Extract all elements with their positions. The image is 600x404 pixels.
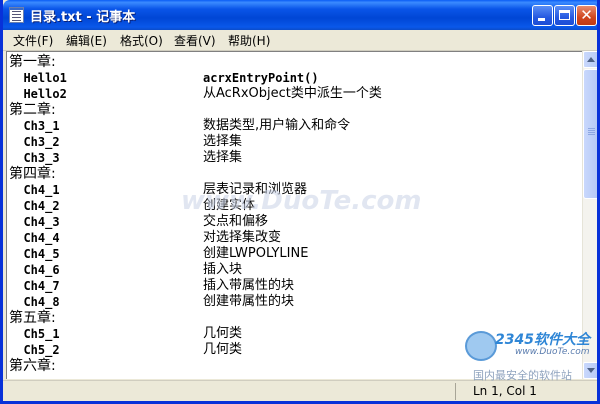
item-code: Ch5_1 [9, 327, 60, 341]
text-line: Ch4_7 插入带属性的块 [9, 278, 569, 294]
item-code: Ch4_7 [9, 279, 60, 293]
menu-format[interactable]: 格式(O) [120, 32, 163, 49]
minimize-button[interactable] [532, 5, 553, 26]
text-line: Ch4_2 创建实体 [9, 198, 569, 214]
maximize-button[interactable] [554, 5, 575, 26]
notepad-window: 目录.txt - 记事本 ✕ 文件(F) 编辑(E) 格式(O) 查看(V) 帮… [0, 0, 600, 404]
text-line: Ch3_3 选择集 [9, 150, 569, 166]
text-editor[interactable]: 第一章: Hello1 acrxEntryPoint() Hello2 从AcRxO… [6, 51, 582, 379]
item-code: Ch3_1 [9, 119, 60, 133]
text-line: Ch5_1 几何类 [9, 326, 569, 342]
item-code: Ch3_3 [9, 151, 60, 165]
chapter-title: 第一章: [9, 54, 56, 70]
item-description: 对选择集改变 [203, 230, 282, 245]
item-code: Hello1 [9, 71, 67, 85]
item-code: Hello2 [9, 87, 67, 101]
vertical-scrollbar[interactable] [582, 51, 597, 379]
window-title: 目录.txt - 记事本 [30, 10, 136, 25]
item-code: Ch4_8 [9, 295, 60, 309]
grip-icon [588, 128, 595, 129]
scroll-up-button[interactable] [583, 51, 597, 68]
item-code: Ch4_2 [9, 199, 60, 213]
item-description: 数据类型,用户输入和命令 [203, 118, 351, 133]
item-description: 插入块 [203, 262, 243, 277]
maximize-icon [559, 10, 570, 20]
text-line: Ch4_6 插入块 [9, 262, 569, 278]
item-description: acrxEntryPoint() [203, 71, 319, 85]
text-line: Ch4_1 层表记录和浏览器 [9, 182, 569, 198]
item-code: Ch3_2 [9, 135, 60, 149]
text-line: Ch4_4 对选择集改变 [9, 230, 569, 246]
item-description: 从AcRxObject类中派生一个类 [203, 86, 382, 101]
cursor-position: Ln 1, Col 1 [473, 384, 537, 398]
item-description: 几何类 [203, 326, 243, 341]
text-line: Ch5_2 几何类 [9, 342, 569, 358]
chapter-heading-line: 第一章: [9, 54, 569, 70]
item-code: Ch4_6 [9, 263, 60, 277]
chapter-title: 第五章: [9, 310, 56, 326]
chapter-heading-line: 第二章: [9, 102, 569, 118]
arrow-up-icon [587, 57, 595, 62]
text-line: Ch3_2 选择集 [9, 134, 569, 150]
notepad-icon[interactable] [9, 7, 24, 23]
chapter-title: 第六章: [9, 358, 56, 374]
item-description: 几何类 [203, 342, 243, 357]
menu-help[interactable]: 帮助(H) [228, 32, 270, 49]
close-icon: ✕ [580, 6, 593, 24]
item-code: Ch4_3 [9, 215, 60, 229]
item-code: Ch5_2 [9, 343, 60, 357]
menu-edit[interactable]: 编辑(E) [66, 32, 107, 49]
item-description: 插入带属性的块 [203, 278, 295, 293]
chapter-title: 第四章: [9, 166, 56, 182]
text-line: Hello2 从AcRxObject类中派生一个类 [9, 86, 569, 102]
text-line: Ch4_3 交点和偏移 [9, 214, 569, 230]
menu-bar: 文件(F) 编辑(E) 格式(O) 查看(V) 帮助(H) [3, 30, 597, 51]
item-description: 层表记录和浏览器 [203, 182, 308, 197]
item-code: Ch4_5 [9, 247, 60, 261]
menu-file[interactable]: 文件(F) [13, 32, 53, 49]
item-code: Ch4_1 [9, 183, 60, 197]
chapter-heading-line: 第六章: [9, 358, 569, 374]
item-description: 创建LWPOLYLINE [203, 246, 309, 261]
text-line: Ch3_1 数据类型,用户输入和命令 [9, 118, 569, 134]
chapter-title: 第二章: [9, 102, 56, 118]
text-line: Ch4_8 创建带属性的块 [9, 294, 569, 310]
item-description: 交点和偏移 [203, 214, 269, 229]
item-description: 选择集 [203, 134, 243, 149]
arrow-down-icon [587, 368, 595, 373]
menu-view[interactable]: 查看(V) [174, 32, 216, 49]
chapter-heading-line: 第五章: [9, 310, 569, 326]
status-separator [455, 383, 456, 400]
minimize-icon [538, 18, 545, 21]
item-description: 创建实体 [203, 198, 256, 213]
text-line: Ch4_5 创建LWPOLYLINE [9, 246, 569, 262]
status-bar: Ln 1, Col 1 [3, 380, 597, 401]
chapter-heading-line: 第四章: [9, 166, 569, 182]
item-description: 创建带属性的块 [203, 294, 295, 309]
scroll-thumb[interactable] [583, 69, 597, 199]
text-line: Hello1 acrxEntryPoint() [9, 70, 569, 86]
title-bar[interactable]: 目录.txt - 记事本 ✕ [3, 0, 597, 30]
item-code: Ch4_4 [9, 231, 60, 245]
scroll-down-button[interactable] [583, 362, 597, 379]
item-description: 选择集 [203, 150, 243, 165]
close-button[interactable]: ✕ [576, 5, 597, 26]
